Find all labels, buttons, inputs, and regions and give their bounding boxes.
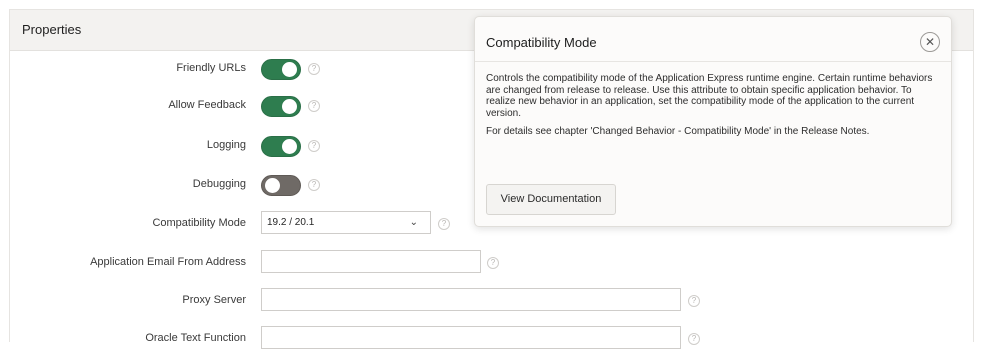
allow-feedback-toggle[interactable] bbox=[261, 96, 301, 117]
help-icon[interactable]: ? bbox=[688, 295, 700, 307]
email-from-label: Application Email From Address bbox=[90, 256, 246, 268]
help-icon[interactable]: ? bbox=[308, 100, 320, 112]
toggle-knob bbox=[282, 62, 297, 77]
help-popup: Compatibility Mode ✕ Controls the compat… bbox=[474, 16, 952, 227]
view-documentation-button[interactable]: View Documentation bbox=[486, 184, 616, 215]
help-icon[interactable]: ? bbox=[688, 333, 700, 345]
proxy-server-label: Proxy Server bbox=[182, 294, 246, 306]
help-icon[interactable]: ? bbox=[487, 257, 499, 269]
popup-paragraph-1: Controls the compatibility mode of the A… bbox=[486, 73, 933, 119]
close-icon[interactable]: ✕ bbox=[920, 32, 940, 52]
logging-toggle[interactable] bbox=[261, 136, 301, 157]
chevron-down-icon: ⌄ bbox=[409, 217, 418, 228]
panel-title: Properties bbox=[22, 22, 82, 37]
popup-title: Compatibility Mode bbox=[486, 35, 597, 50]
help-icon[interactable]: ? bbox=[438, 218, 450, 230]
compatibility-mode-label: Compatibility Mode bbox=[152, 217, 246, 229]
oracle-text-function-input[interactable] bbox=[261, 326, 681, 349]
row-oracle-text-function: Oracle Text Function ? bbox=[10, 324, 975, 354]
row-proxy-server: Proxy Server ? bbox=[10, 286, 975, 316]
toggle-knob bbox=[265, 178, 280, 193]
debugging-toggle[interactable] bbox=[261, 175, 301, 196]
compatibility-mode-select[interactable]: 19.2 / 20.1 ⌄ bbox=[261, 211, 431, 234]
debugging-label: Debugging bbox=[192, 178, 246, 190]
friendly-urls-toggle[interactable] bbox=[261, 59, 301, 80]
help-icon[interactable]: ? bbox=[308, 63, 320, 75]
email-from-input[interactable] bbox=[261, 250, 481, 273]
help-icon[interactable]: ? bbox=[308, 179, 320, 191]
popup-body: Controls the compatibility mode of the A… bbox=[486, 73, 938, 145]
compatibility-mode-value: 19.2 / 20.1 bbox=[267, 217, 315, 228]
logging-label: Logging bbox=[206, 139, 246, 151]
proxy-server-input[interactable] bbox=[261, 288, 681, 311]
friendly-urls-label: Friendly URLs bbox=[176, 62, 246, 74]
toggle-knob bbox=[282, 139, 297, 154]
help-icon[interactable]: ? bbox=[308, 140, 320, 152]
oracle-text-function-label: Oracle Text Function bbox=[145, 332, 246, 344]
row-email-from: Application Email From Address ? bbox=[10, 248, 975, 278]
allow-feedback-label: Allow Feedback bbox=[168, 99, 246, 111]
popup-paragraph-2: For details see chapter 'Changed Behavio… bbox=[486, 126, 870, 137]
toggle-knob bbox=[282, 99, 297, 114]
popup-divider bbox=[475, 61, 951, 62]
